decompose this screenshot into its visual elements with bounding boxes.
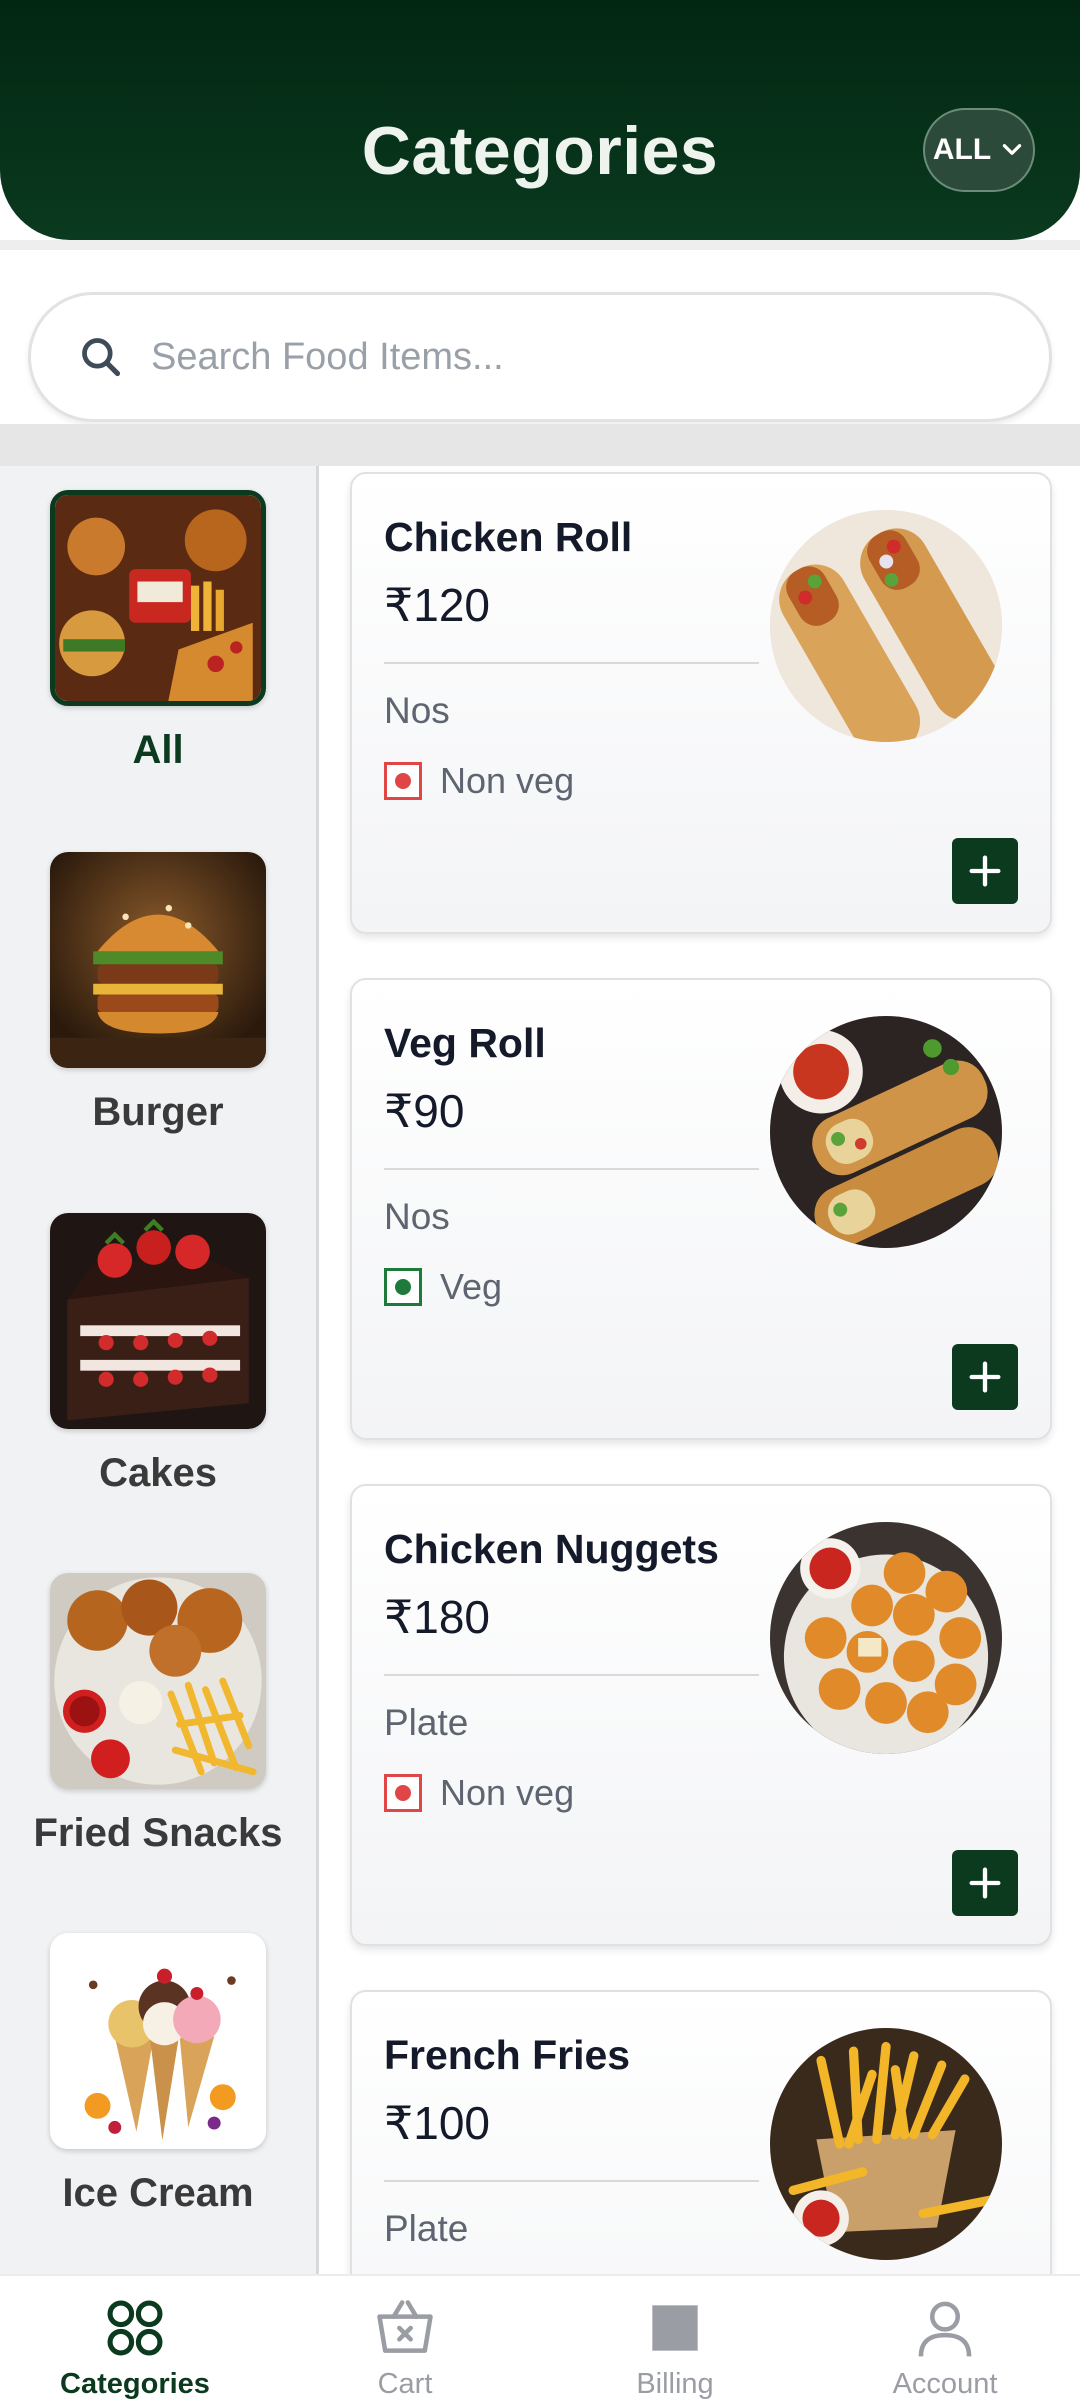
item-price: ₹100 [384, 2097, 491, 2149]
category-label: Burger [92, 1090, 224, 1134]
food-item-card[interactable]: Chicken Roll ₹120 Nos Non veg [350, 472, 1052, 934]
account-icon [918, 2301, 972, 2357]
add-to-cart-button[interactable] [952, 1344, 1018, 1410]
category-image-ice-cream [50, 1933, 266, 2149]
category-item-ice-cream[interactable]: Ice Cream [0, 1933, 316, 2216]
item-separator [384, 2180, 759, 2182]
item-name: Chicken Nuggets [384, 1526, 719, 1572]
search-section [0, 240, 1080, 424]
page-title: Categories [361, 113, 719, 189]
nav-cart[interactable]: Cart [270, 2276, 540, 2408]
item-type: Veg [384, 1266, 502, 1308]
category-image-cakes [50, 1213, 266, 1429]
nav-account[interactable]: Account [810, 2276, 1080, 2408]
billing-icon [652, 2305, 698, 2351]
item-name: French Fries [384, 2032, 631, 2078]
veg-icon [384, 1268, 422, 1306]
app-header: Categories ALL [0, 0, 1080, 240]
category-item-all[interactable]: All [0, 490, 316, 773]
plus-icon [969, 1361, 1001, 1393]
add-to-cart-button[interactable] [952, 838, 1018, 904]
nav-label: Cart [377, 2368, 433, 2400]
non-veg-icon [384, 762, 422, 800]
nav-label: Categories [60, 2368, 210, 2400]
item-image-veg-roll [770, 1016, 1002, 1248]
category-item-cakes[interactable]: Cakes [0, 1213, 316, 1496]
item-name: Veg Roll [384, 1020, 546, 1066]
non-veg-icon [384, 1774, 422, 1812]
category-image-burger [50, 852, 266, 1068]
food-item-card[interactable]: Chicken Nuggets ₹180 Plate Non veg [350, 1484, 1052, 1946]
category-item-fried-snacks[interactable]: Fried Snacks [0, 1573, 316, 1856]
item-separator [384, 662, 759, 664]
item-type: Non veg [384, 1772, 574, 1814]
item-type: Non veg [384, 760, 574, 802]
category-label: Ice Cream [62, 2171, 254, 2215]
item-image-chicken-nuggets [770, 1522, 1002, 1754]
item-unit: Plate [384, 1702, 469, 1743]
category-label: Fried Snacks [33, 1811, 283, 1855]
item-type-label: Non veg [440, 760, 575, 801]
search-bar[interactable] [28, 292, 1052, 422]
search-input[interactable] [151, 335, 1049, 379]
search-icon [82, 338, 121, 377]
cart-icon [377, 2300, 433, 2353]
nav-billing[interactable]: Billing [540, 2276, 810, 2408]
item-price: ₹90 [384, 1085, 465, 1137]
item-type-label: Veg [440, 1266, 503, 1307]
item-price: ₹180 [384, 1591, 491, 1643]
category-label: All [132, 728, 184, 772]
category-image-all [50, 490, 266, 706]
item-name: Chicken Roll [384, 514, 633, 560]
plus-icon [969, 1867, 1001, 1899]
chevron-down-icon [1002, 144, 1022, 155]
item-separator [384, 1168, 759, 1170]
nav-label: Billing [636, 2368, 714, 2400]
sidebar-divider [316, 466, 319, 2274]
item-price: ₹120 [384, 579, 491, 631]
item-image-french-fries [770, 2028, 1002, 2260]
item-unit: Nos [384, 1196, 450, 1237]
category-label: Cakes [99, 1451, 217, 1495]
nav-label: Account [892, 2368, 998, 2400]
add-to-cart-button[interactable] [952, 1850, 1018, 1916]
nav-categories[interactable]: Categories [0, 2276, 270, 2408]
grid-icon [107, 2300, 163, 2356]
plus-icon [969, 855, 1001, 887]
bottom-navigation: Categories Cart Billing Account [0, 2274, 1080, 2408]
divider [0, 424, 1080, 466]
item-unit: Nos [384, 690, 450, 731]
food-item-card[interactable]: Veg Roll ₹90 Nos Veg [350, 978, 1052, 1440]
category-item-burger[interactable]: Burger [0, 852, 316, 1135]
filter-label: ALL [932, 133, 992, 166]
item-type-label: Non veg [440, 1772, 575, 1813]
item-separator [384, 1674, 759, 1676]
item-unit: Plate [384, 2208, 469, 2249]
item-image-chicken-roll [770, 510, 1002, 742]
filter-dropdown[interactable]: ALL [923, 108, 1035, 192]
category-image-fried-snacks [50, 1573, 266, 1789]
